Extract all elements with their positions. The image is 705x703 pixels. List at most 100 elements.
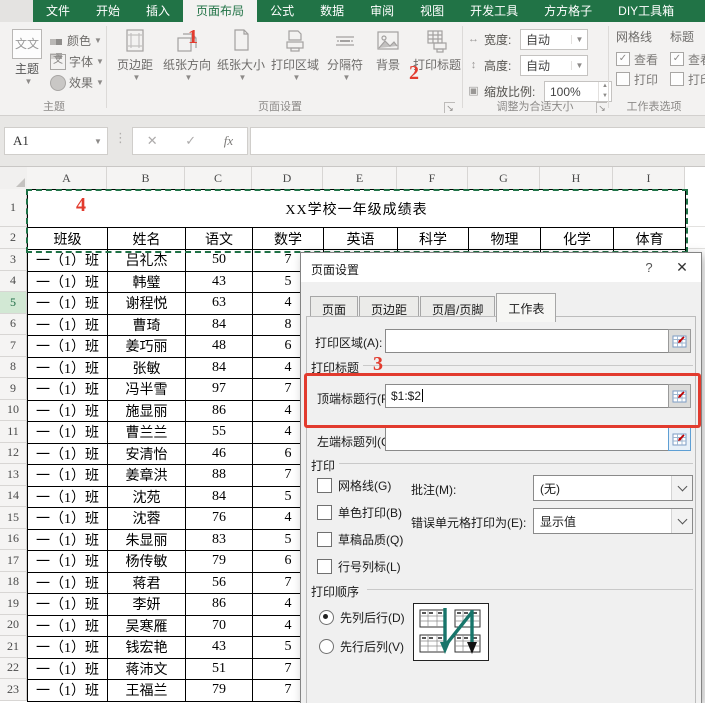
cell-chinese-score[interactable]: 83	[185, 528, 253, 551]
cell-name[interactable]: 沈蓉	[107, 507, 186, 530]
cell-name[interactable]: 吴寒雁	[107, 614, 186, 637]
row-header-7[interactable]: 7	[0, 335, 27, 357]
scale-width-select[interactable]: 自动 ▼	[520, 29, 588, 50]
sheet-title-cell[interactable]: XX学校一年级成绩表	[27, 189, 686, 228]
cell-chinese-score[interactable]: 79	[185, 550, 253, 573]
column-header-F[interactable]: F	[397, 167, 468, 190]
cell-class[interactable]: 一（1）班	[27, 292, 108, 315]
row-header-18[interactable]: 18	[0, 571, 27, 593]
headings-print-checkbox[interactable]: 打印	[670, 69, 705, 89]
cell-chinese-score[interactable]: 97	[185, 378, 253, 401]
row-header-22[interactable]: 22	[0, 657, 27, 679]
insert-function-icon[interactable]: fx	[224, 133, 233, 149]
column-header-E[interactable]: E	[323, 167, 397, 190]
page-setup-dialog-launcher[interactable]: ↘	[444, 102, 455, 113]
name-box[interactable]: A1 ▼	[4, 127, 108, 155]
enter-icon[interactable]: ✓	[185, 133, 196, 149]
cell-chinese-score[interactable]: 86	[185, 593, 253, 616]
cell-name[interactable]: 张敏	[107, 356, 186, 379]
cell-class[interactable]: 一（1）班	[27, 356, 108, 379]
orientation-button[interactable]: 纸张方向 ▼	[160, 28, 214, 82]
cell-name[interactable]: 吕礼杰	[107, 249, 186, 272]
cell-chinese-score[interactable]: 43	[185, 636, 253, 659]
row-header-17[interactable]: 17	[0, 550, 27, 572]
row-header-16[interactable]: 16	[0, 528, 27, 550]
cell-name[interactable]: 杨传敏	[107, 550, 186, 573]
margins-button[interactable]: 页边距 ▼	[110, 28, 160, 82]
cell-chinese-score[interactable]: 70	[185, 614, 253, 637]
range-selector-icon[interactable]	[668, 427, 691, 451]
range-selector-icon[interactable]	[668, 329, 691, 353]
table-header-cell[interactable]: 数学	[252, 227, 324, 250]
checkbox-行号列标(L)[interactable]: 行号列标(L)	[317, 553, 403, 580]
row-header-21[interactable]: 21	[0, 636, 27, 658]
cell-chinese-score[interactable]: 55	[185, 421, 253, 444]
table-header-cell[interactable]: 姓名	[107, 227, 186, 250]
formula-bar-handle[interactable]: ⋮	[114, 130, 127, 146]
row-header-14[interactable]: 14	[0, 485, 27, 507]
cell-class[interactable]: 一（1）班	[27, 485, 108, 508]
row-header-4[interactable]: 4	[0, 270, 27, 292]
row-header-8[interactable]: 8	[0, 356, 27, 378]
checkbox-单色打印(B)[interactable]: 单色打印(B)	[317, 499, 403, 526]
cell-class[interactable]: 一（1）班	[27, 442, 108, 465]
column-header-A[interactable]: A	[27, 167, 107, 190]
cell-class[interactable]: 一（1）班	[27, 421, 108, 444]
cell-name[interactable]: 朱显丽	[107, 528, 186, 551]
column-header-H[interactable]: H	[540, 167, 613, 190]
row-header-19[interactable]: 19	[0, 593, 27, 615]
cell-chinese-score[interactable]: 50	[185, 249, 253, 272]
left-cols-input[interactable]	[385, 427, 669, 451]
row-header-12[interactable]: 12	[0, 442, 27, 464]
ribbon-tab-开发工具[interactable]: 开发工具	[457, 0, 531, 22]
cell-class[interactable]: 一（1）班	[27, 270, 108, 293]
cell-class[interactable]: 一（1）班	[27, 464, 108, 487]
row-header-9[interactable]: 9	[0, 378, 27, 400]
column-header-G[interactable]: G	[468, 167, 540, 190]
cell-chinese-score[interactable]: 76	[185, 507, 253, 530]
cell-name[interactable]: 安清怡	[107, 442, 186, 465]
row-header-15[interactable]: 15	[0, 507, 27, 529]
cell-chinese-score[interactable]: 88	[185, 464, 253, 487]
row-header-13[interactable]: 13	[0, 464, 27, 486]
headings-view-checkbox[interactable]: ✓查看	[670, 49, 705, 69]
cell-chinese-score[interactable]: 86	[185, 399, 253, 422]
row-header-2[interactable]: 2	[0, 227, 27, 249]
theme-effects-button[interactable]: 效果 ▼	[50, 72, 104, 93]
cell-chinese-score[interactable]: 84	[185, 485, 253, 508]
breaks-button[interactable]: 分隔符 ▼	[322, 28, 368, 82]
ribbon-tab-插入[interactable]: 插入	[133, 0, 183, 22]
cell-chinese-score[interactable]: 79	[185, 679, 253, 702]
scale-height-select[interactable]: 自动 ▼	[520, 55, 588, 76]
ribbon-tab-数据[interactable]: 数据	[307, 0, 357, 22]
ribbon-tab-DIY工具箱[interactable]: DIY工具箱	[605, 0, 687, 22]
gridlines-print-checkbox[interactable]: 打印	[616, 69, 666, 89]
checkbox-草稿品质(Q)[interactable]: 草稿品质(Q)	[317, 526, 403, 553]
ribbon-tab-页面布局[interactable]: 页面布局	[183, 0, 258, 22]
print-area-input[interactable]	[385, 329, 669, 353]
cell-class[interactable]: 一（1）班	[27, 636, 108, 659]
table-header-cell[interactable]: 英语	[323, 227, 398, 250]
column-header-I[interactable]: I	[613, 167, 685, 190]
radio-先行后列(V)[interactable]: 先行后列(V)	[319, 632, 405, 661]
row-header-3[interactable]: 3	[0, 249, 27, 271]
cell-chinese-score[interactable]: 48	[185, 335, 253, 358]
select-all-corner[interactable]	[0, 167, 28, 190]
cell-class[interactable]: 一（1）班	[27, 507, 108, 530]
ribbon-tab-视图[interactable]: 视图	[407, 0, 457, 22]
column-header-D[interactable]: D	[252, 167, 323, 190]
row-header-10[interactable]: 10	[0, 399, 27, 421]
cell-name[interactable]: 王福兰	[107, 679, 186, 702]
radio-先列后行(D)[interactable]: 先列后行(D)	[319, 603, 405, 632]
cell-chinese-score[interactable]: 84	[185, 356, 253, 379]
themes-button[interactable]: 文文 主题 ▼	[7, 27, 47, 101]
cell-name[interactable]: 姜巧丽	[107, 335, 186, 358]
cell-class[interactable]: 一（1）班	[27, 378, 108, 401]
background-button[interactable]: 背景	[368, 28, 408, 82]
cell-name[interactable]: 姜章洪	[107, 464, 186, 487]
dialog-tab-工作表[interactable]: 工作表	[496, 293, 557, 322]
formula-input[interactable]	[250, 127, 705, 155]
cell-class[interactable]: 一（1）班	[27, 528, 108, 551]
cell-class[interactable]: 一（1）班	[27, 399, 108, 422]
cancel-icon[interactable]: ✕	[147, 133, 158, 149]
